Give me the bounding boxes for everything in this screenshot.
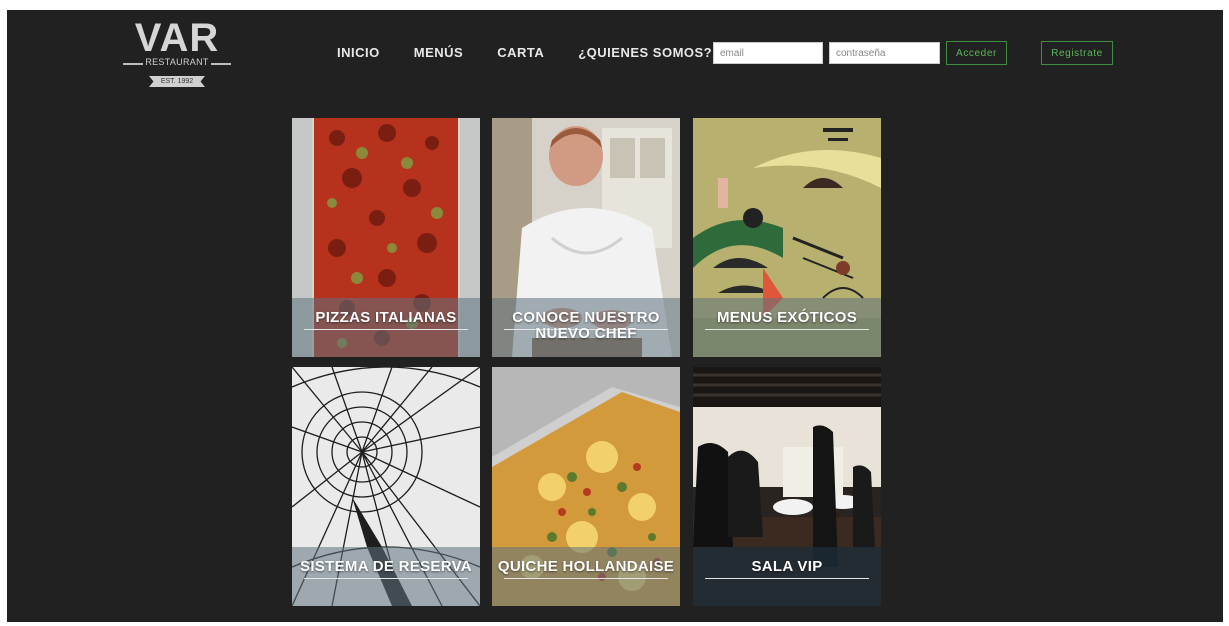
nav-item-menus[interactable]: MENÚS xyxy=(414,45,463,60)
caption-underline xyxy=(304,329,468,330)
tile-quiche-hollandaise[interactable]: QUICHE HOLLANDAISE xyxy=(492,367,680,606)
restaurant-logo[interactable]: VAR RESTAURANT EST. 1992 xyxy=(121,16,233,87)
nav-item-carta[interactable]: CARTA xyxy=(497,45,544,60)
logo-est-ribbon: EST. 1992 xyxy=(149,76,205,87)
caption-underline xyxy=(705,329,869,330)
password-input[interactable] xyxy=(829,42,940,64)
logo-subtitle: RESTAURANT xyxy=(145,57,209,67)
tile-caption: QUICHE HOLLANDAISE xyxy=(497,558,675,575)
tile-caption-overlay: MENUS EXÓTICOS xyxy=(693,298,881,357)
nav-item-quienes-somos[interactable]: ¿QUIENES SOMOS? xyxy=(578,45,712,60)
caption-underline xyxy=(504,578,668,579)
tile-caption: CONOCE NUESTRO NUEVO CHEF xyxy=(512,309,660,342)
tile-caption-overlay: CONOCE NUESTRO NUEVO CHEF xyxy=(492,298,680,357)
caption-underline xyxy=(304,578,468,579)
login-button[interactable]: Acceder xyxy=(946,41,1007,65)
logo-line-right xyxy=(211,63,231,65)
tile-pizzas-italianas[interactable]: PIZZAS ITALIANAS xyxy=(292,118,480,357)
nav-item-inicio[interactable]: INICIO xyxy=(337,45,380,60)
tile-conoce-nuestro-chef[interactable]: CONOCE NUESTRO NUEVO CHEF xyxy=(492,118,680,357)
logo-line-left xyxy=(123,63,143,65)
tile-sistema-de-reserva[interactable]: SISTEMA DE RESERVA xyxy=(292,367,480,606)
tile-sala-vip[interactable]: SALA VIP xyxy=(693,367,881,606)
register-button[interactable]: Registrate xyxy=(1041,41,1113,65)
tile-caption-overlay: QUICHE HOLLANDAISE xyxy=(492,547,680,606)
tile-caption: PIZZAS ITALIANAS xyxy=(315,309,457,326)
tile-caption-overlay: PIZZAS ITALIANAS xyxy=(292,298,480,357)
main-nav: INICIO MENÚS CARTA ¿QUIENES SOMOS? xyxy=(337,45,712,60)
tile-caption: SALA VIP xyxy=(751,558,823,575)
tile-caption: MENUS EXÓTICOS xyxy=(716,309,858,326)
caption-underline xyxy=(705,578,869,579)
logo-title: VAR xyxy=(134,16,220,60)
page: VAR RESTAURANT EST. 1992 INICIO MENÚS CA… xyxy=(7,10,1223,622)
tile-caption: SISTEMA DE RESERVA xyxy=(300,558,472,575)
tile-menus-exoticos[interactable]: MENUS EXÓTICOS xyxy=(693,118,881,357)
email-input[interactable] xyxy=(713,42,823,64)
tile-caption-overlay: SALA VIP xyxy=(693,547,881,606)
tile-caption-overlay: SISTEMA DE RESERVA xyxy=(292,547,480,606)
